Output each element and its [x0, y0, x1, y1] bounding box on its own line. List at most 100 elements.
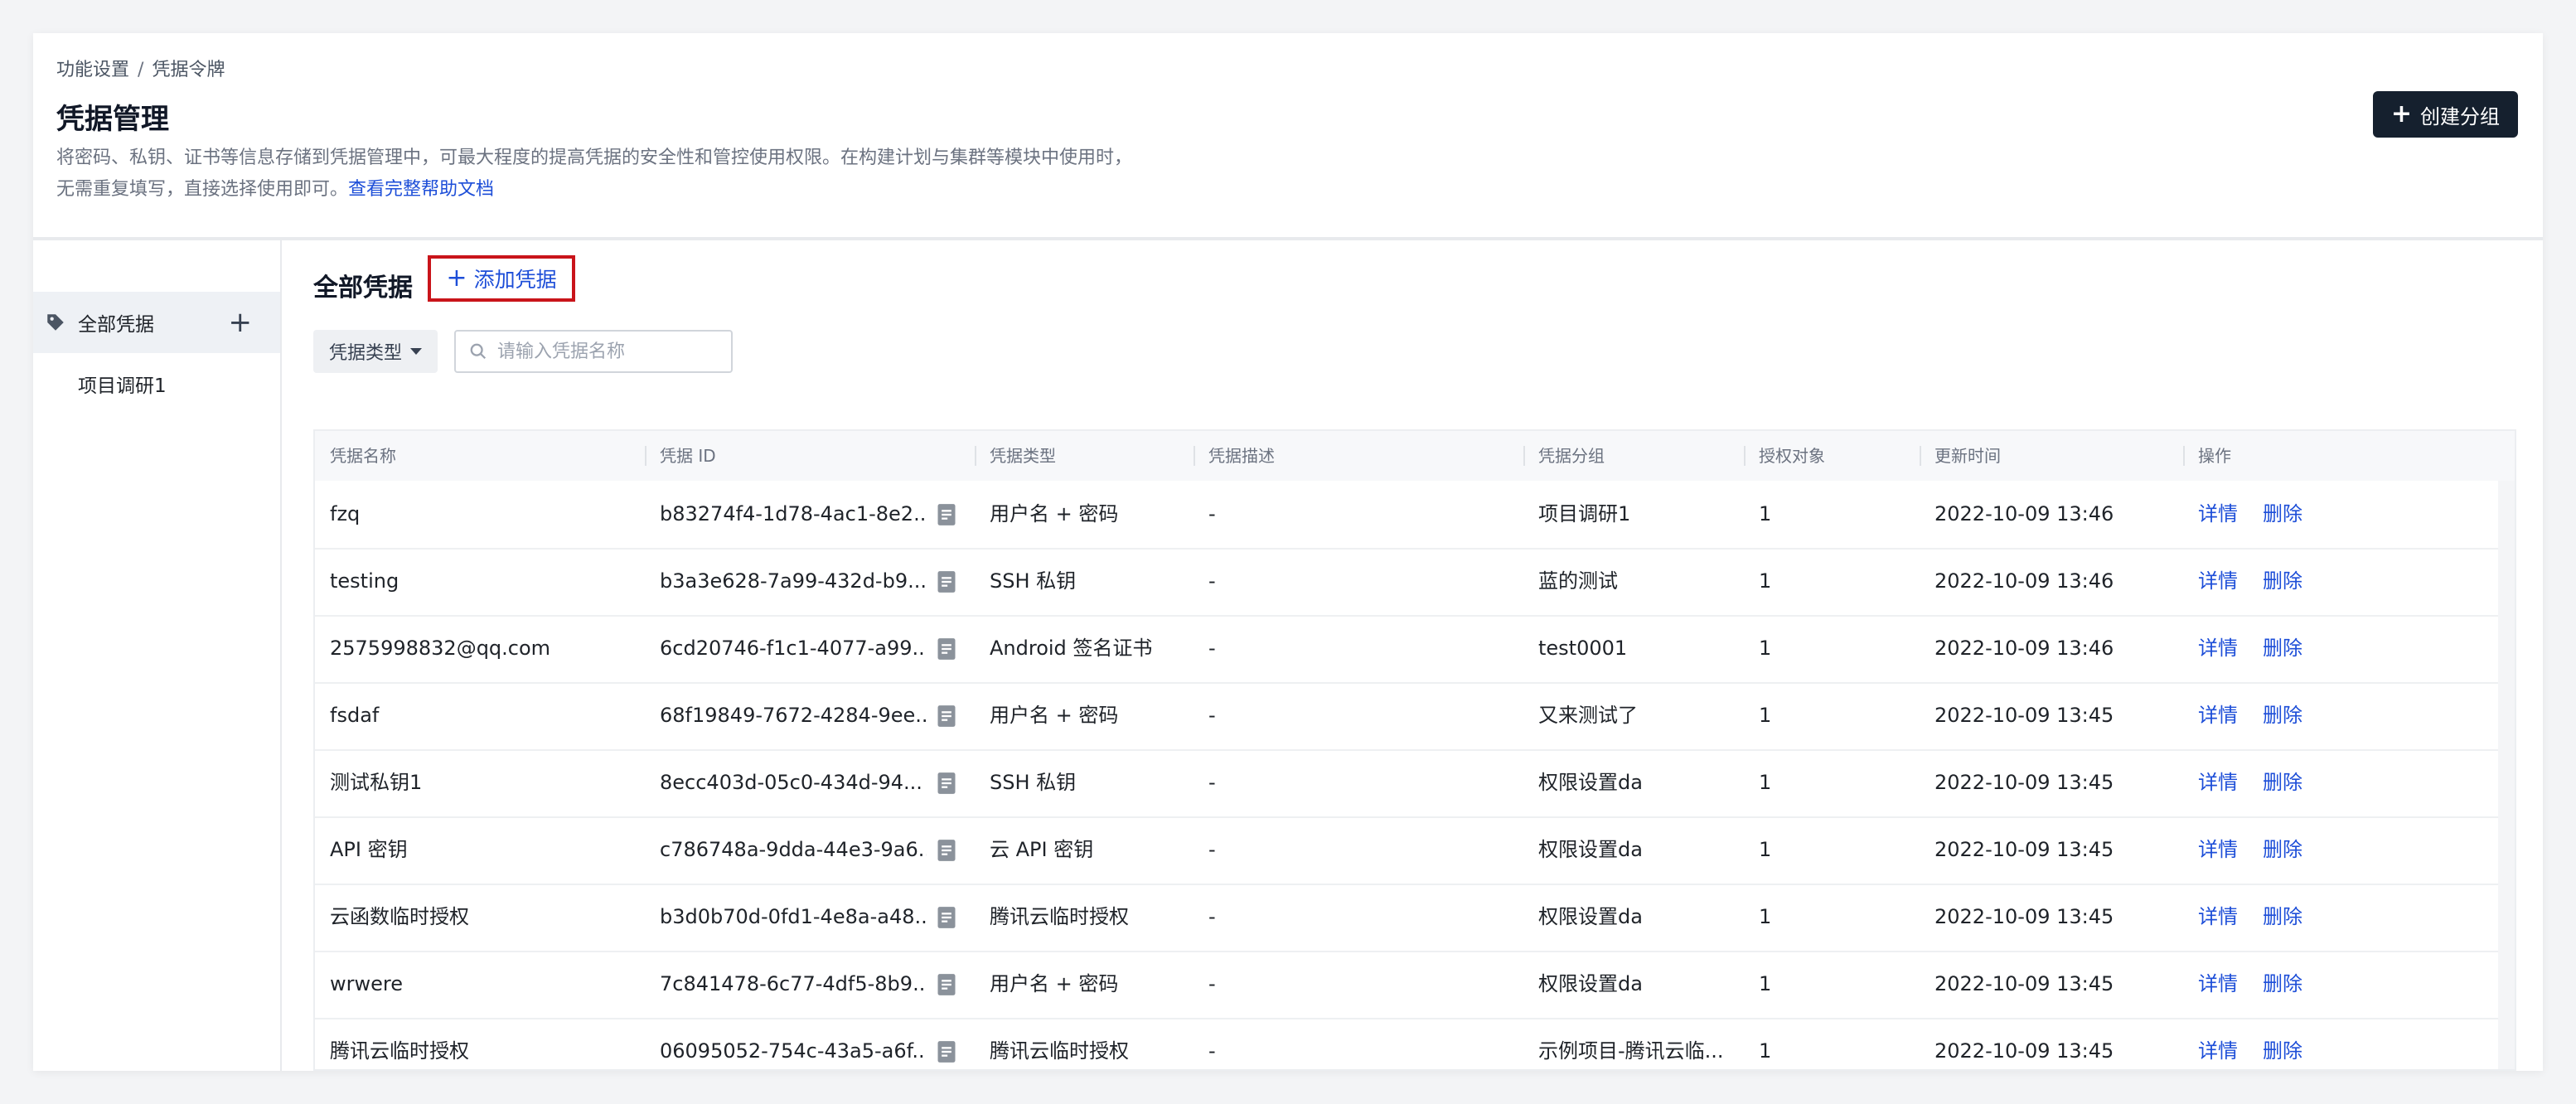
plus-icon: +	[2390, 99, 2412, 128]
credential-type-filter[interactable]: 凭据类型	[313, 330, 438, 373]
cell-authorized-count: 1	[1759, 1039, 1772, 1063]
detail-link[interactable]: 详情	[2198, 502, 2238, 525]
cell-authorized-count: 1	[1759, 569, 1772, 593]
cell-credential-type: 腾讯云临时授权	[990, 1039, 1129, 1063]
delete-link[interactable]: 删除	[2263, 502, 2302, 525]
delete-link[interactable]: 删除	[2263, 1039, 2302, 1063]
copy-id-icon[interactable]	[937, 839, 956, 862]
cell-credential-group: 权限设置da	[1538, 838, 1643, 861]
copy-id-icon[interactable]	[937, 1040, 956, 1063]
table-row: wrwere 7c841478-6c77-4df5-8b9... 用户名 + 密码 -…	[315, 951, 2501, 1019]
cell-updated-time: 2022-10-09 13:45	[1934, 704, 2114, 727]
delete-link[interactable]: 删除	[2263, 905, 2302, 928]
add-credential-button[interactable]: + 添加凭据	[428, 255, 575, 302]
delete-link[interactable]: 删除	[2263, 838, 2302, 861]
cell-credential-group: test0001	[1538, 637, 1628, 660]
breadcrumb: 功能设置 / 凭据令牌	[56, 55, 225, 81]
detail-link[interactable]: 详情	[2198, 637, 2238, 660]
sidebar-item-project-research[interactable]: 项目调研1	[33, 353, 280, 414]
cell-credential-name: fzq	[330, 502, 361, 525]
page-title: 凭据管理	[56, 103, 169, 136]
sidebar: 全部凭据 + 项目调研1	[33, 240, 282, 1071]
cell-credential-group: 权限设置da	[1538, 905, 1643, 928]
column-header-authorized: 授权对象	[1744, 431, 1920, 481]
search-input[interactable]	[496, 340, 723, 363]
detail-link[interactable]: 详情	[2198, 1039, 2238, 1063]
create-group-label: 创建分组	[2420, 104, 2500, 128]
table-row: 测试私钥1 8ecc403d-05c0-434d-94... SSH 私钥 - 权限设置…	[315, 749, 2501, 818]
add-group-icon[interactable]: +	[229, 308, 253, 337]
help-doc-link[interactable]: 查看完整帮助文档	[348, 179, 494, 200]
copy-id-icon[interactable]	[937, 705, 956, 728]
copy-id-icon[interactable]	[937, 637, 956, 661]
cell-credential-type: SSH 私钥	[990, 569, 1077, 593]
cell-credential-type: 用户名 + 密码	[990, 704, 1119, 727]
cell-updated-time: 2022-10-09 13:45	[1934, 838, 2114, 861]
cell-credential-description: -	[1208, 972, 1216, 995]
cell-updated-time: 2022-10-09 13:45	[1934, 905, 2114, 928]
table-row: fsdaf 68f19849-7672-4284-9ee... 用户名 + 密码 - 又…	[315, 682, 2501, 751]
sidebar-item-label: 全部凭据	[78, 314, 154, 336]
cell-credential-group: 权限设置da	[1538, 972, 1643, 995]
table-scrollbar[interactable]	[2498, 481, 2515, 1069]
cell-credential-type: 用户名 + 密码	[990, 972, 1119, 995]
cell-credential-id: b83274f4-1d78-4ac1-8e2...	[660, 502, 927, 525]
table-row: 腾讯云临时授权 06095052-754c-43a5-a6f... 腾讯云临时授权 -…	[315, 1018, 2501, 1069]
detail-link[interactable]: 详情	[2198, 771, 2238, 794]
cell-credential-name: 腾讯云临时授权	[330, 1039, 469, 1063]
column-header-actions: 操作	[2183, 431, 2515, 481]
cell-updated-time: 2022-10-09 13:46	[1934, 637, 2114, 660]
cell-authorized-count: 1	[1759, 771, 1772, 794]
cell-credential-name: 2575998832@qq.com	[330, 637, 551, 660]
delete-link[interactable]: 删除	[2263, 704, 2302, 727]
cell-credential-description: -	[1208, 502, 1216, 525]
cell-updated-time: 2022-10-09 13:46	[1934, 569, 2114, 593]
cell-credential-id: 68f19849-7672-4284-9ee...	[660, 704, 927, 727]
column-header-id: 凭据 ID	[645, 431, 975, 481]
search-icon	[470, 343, 487, 360]
table-row: 云函数临时授权 b3d0b70d-0fd1-4e8a-a48... 腾讯云临时授权 -…	[315, 884, 2501, 952]
detail-link[interactable]: 详情	[2198, 972, 2238, 995]
cell-credential-id: b3a3e628-7a99-432d-b9...	[660, 569, 927, 593]
page-card: 功能设置 / 凭据令牌 凭据管理 将密码、私钥、证书等信息存储到凭据管理中，可最大程…	[33, 33, 2543, 1071]
detail-link[interactable]: 详情	[2198, 838, 2238, 861]
cell-credential-description: -	[1208, 771, 1216, 794]
cell-credential-description: -	[1208, 838, 1216, 861]
cell-credential-type: 用户名 + 密码	[990, 502, 1119, 525]
table-row: 2575998832@qq.com 6cd20746-f1c1-4077-a99.…	[315, 615, 2501, 684]
cell-actions: 详情 删除	[2183, 1018, 2498, 1069]
table-row: testing b3a3e628-7a99-432d-b9... SSH 私钥 - 蓝的…	[315, 548, 2501, 617]
column-header-updated: 更新时间	[1920, 431, 2183, 481]
delete-link[interactable]: 删除	[2263, 771, 2302, 794]
copy-id-icon[interactable]	[937, 772, 956, 795]
delete-link[interactable]: 删除	[2263, 569, 2302, 593]
copy-id-icon[interactable]	[937, 570, 956, 593]
cell-credential-description: -	[1208, 569, 1216, 593]
cell-credential-id: c786748a-9dda-44e3-9a6...	[660, 838, 927, 861]
column-header-name: 凭据名称	[330, 446, 396, 466]
column-header-description: 凭据描述	[1194, 431, 1523, 481]
cell-credential-name: API 密钥	[330, 838, 408, 861]
add-credential-label: 添加凭据	[473, 268, 557, 292]
cell-authorized-count: 1	[1759, 704, 1772, 727]
copy-id-icon[interactable]	[937, 503, 956, 526]
cell-credential-group: 又来测试了	[1538, 704, 1638, 727]
page-description: 将密码、私钥、证书等信息存储到凭据管理中，可最大程度的提高凭据的安全性和管控使用…	[56, 143, 1300, 206]
copy-id-icon[interactable]	[937, 973, 956, 996]
detail-link[interactable]: 详情	[2198, 569, 2238, 593]
detail-link[interactable]: 详情	[2198, 905, 2238, 928]
cell-credential-description: -	[1208, 905, 1216, 928]
cell-credential-type: 云 API 密钥	[990, 838, 1094, 861]
sidebar-item-all-credentials[interactable]: 全部凭据 +	[33, 292, 280, 353]
breadcrumb-item-settings[interactable]: 功能设置	[56, 60, 129, 80]
delete-link[interactable]: 删除	[2263, 972, 2302, 995]
cell-updated-time: 2022-10-09 13:45	[1934, 1039, 2114, 1063]
detail-link[interactable]: 详情	[2198, 704, 2238, 727]
cell-actions: 详情 删除	[2183, 749, 2498, 816]
breadcrumb-item-credentials: 凭据令牌	[152, 60, 225, 80]
cell-actions: 详情 删除	[2183, 951, 2498, 1018]
cell-credential-name: 测试私钥1	[330, 771, 423, 794]
create-group-button[interactable]: + 创建分组	[2372, 91, 2518, 138]
copy-id-icon[interactable]	[937, 906, 956, 929]
delete-link[interactable]: 删除	[2263, 637, 2302, 660]
